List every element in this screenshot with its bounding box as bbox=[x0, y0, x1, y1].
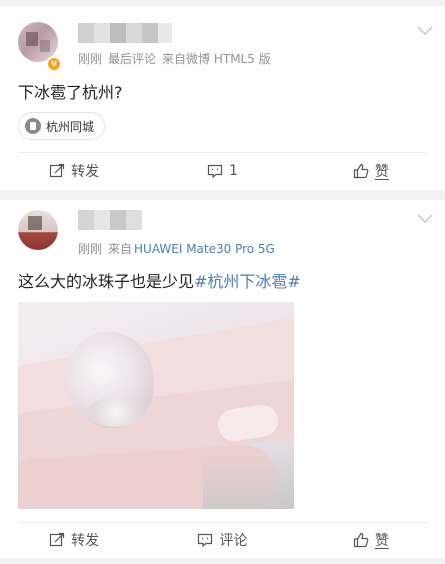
hashtag-link[interactable]: #杭州下冰雹# bbox=[194, 272, 301, 291]
repost-label: 转发 bbox=[71, 533, 100, 549]
like-label: 赞 bbox=[374, 164, 389, 180]
repost-button[interactable]: 转发 bbox=[0, 153, 148, 189]
post-source-link[interactable]: HUAWEI Mate30 Pro 5G bbox=[134, 242, 275, 256]
repost-label: 转发 bbox=[71, 164, 100, 180]
post-text: 这么大的冰珠子也是少见#杭州下冰雹# bbox=[18, 268, 301, 292]
post-image[interactable] bbox=[18, 302, 294, 509]
post-meta: 刚刚 来自 HUAWEI Mate30 Pro 5G bbox=[78, 240, 275, 257]
post-card: 刚刚 来自 HUAWEI Mate30 Pro 5G 这么大的冰珠子也是少见#杭州下… bbox=[0, 200, 445, 558]
like-button[interactable]: 赞 bbox=[297, 522, 445, 558]
repost-button[interactable]: 转发 bbox=[0, 522, 148, 558]
chevron-down-icon[interactable] bbox=[417, 214, 433, 224]
repost-icon bbox=[50, 532, 65, 547]
comment-count: 1 bbox=[229, 163, 238, 179]
post-text-body: 这么大的冰珠子也是少见 bbox=[18, 272, 195, 291]
username[interactable] bbox=[78, 23, 172, 43]
topic-chip[interactable]: 杭州同城 bbox=[18, 112, 106, 140]
like-label: 赞 bbox=[374, 533, 389, 549]
post-text: 下冰雹了杭州? bbox=[18, 83, 123, 102]
post-time: 刚刚 bbox=[78, 52, 103, 66]
action-bar: 转发 评论 赞 bbox=[0, 522, 445, 558]
post-card: v 刚刚 最后评论 来自微博 HTML5 版 下冰雹了杭州? 杭州同城 转发 1… bbox=[0, 6, 445, 190]
topic-label: 杭州同城 bbox=[46, 119, 95, 134]
action-bar: 转发 1 赞 bbox=[0, 153, 445, 189]
comment-button[interactable]: 评论 bbox=[148, 522, 296, 558]
source-prefix: 来自 bbox=[108, 242, 133, 256]
repost-icon bbox=[50, 163, 65, 178]
chevron-down-icon[interactable] bbox=[417, 26, 433, 36]
username[interactable] bbox=[78, 210, 142, 230]
last-comment-label: 最后评论 bbox=[108, 52, 157, 66]
post-meta: 刚刚 最后评论 来自微博 HTML5 版 bbox=[78, 50, 271, 67]
comment-icon bbox=[207, 164, 223, 179]
city-icon bbox=[25, 118, 41, 134]
like-button[interactable]: 赞 bbox=[297, 153, 445, 189]
post-time: 刚刚 bbox=[78, 242, 103, 256]
thumbs-up-icon bbox=[353, 163, 369, 179]
comment-label: 评论 bbox=[219, 533, 248, 549]
thumbs-up-icon bbox=[353, 532, 369, 548]
comment-icon bbox=[198, 533, 213, 548]
post-source: 来自微博 HTML5 版 bbox=[162, 52, 271, 66]
verified-badge-icon: v bbox=[46, 56, 62, 72]
avatar[interactable] bbox=[18, 210, 58, 250]
comment-button[interactable]: 1 bbox=[148, 153, 296, 189]
